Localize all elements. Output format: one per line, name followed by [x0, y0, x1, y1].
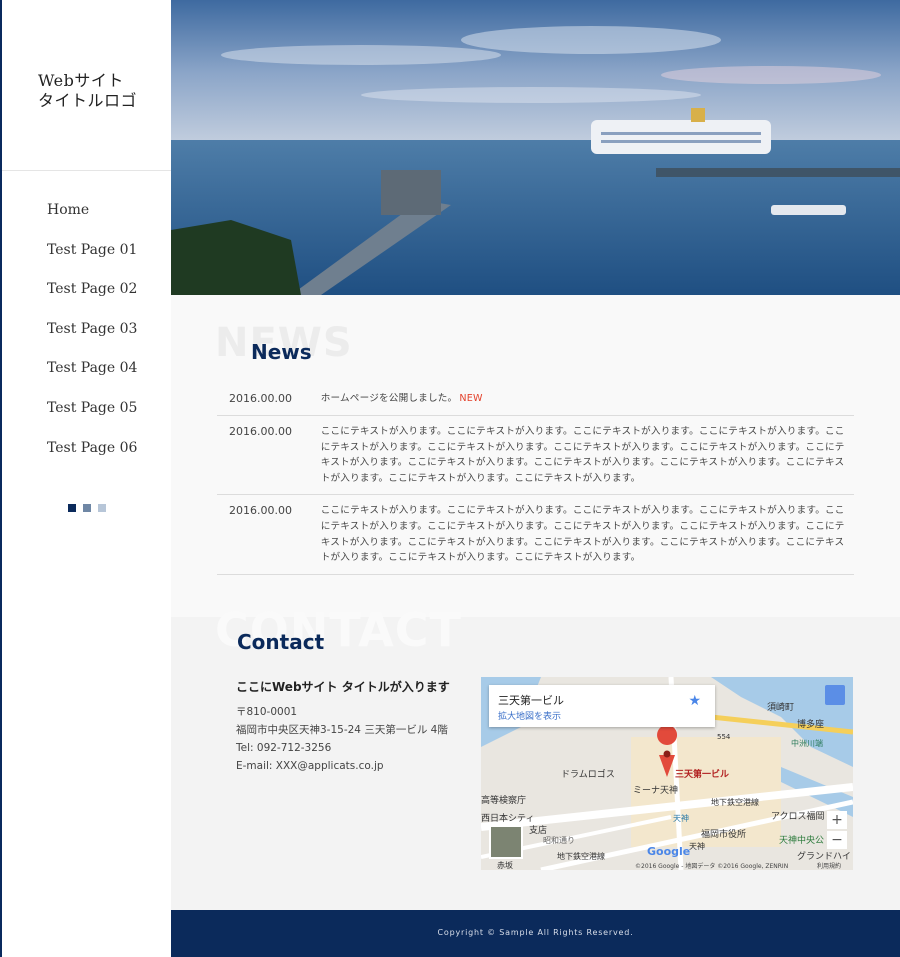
google-logo: Google	[647, 845, 691, 858]
phone[interactable]: Tel: 092-712-3256	[236, 739, 448, 757]
slider-dot-1[interactable]	[68, 504, 76, 512]
footer: Copyright © Sample All Rights Reserved.	[171, 910, 900, 957]
nav-test-page-02[interactable]: Test Page 02	[2, 274, 171, 314]
map-label: 福岡市役所	[701, 830, 747, 840]
hero-image	[171, 0, 900, 295]
news-date: 2016.00.00	[229, 504, 292, 518]
map-place-name: 三天第一ビル	[498, 694, 564, 707]
contact-details: 〒810-0001 福岡市中央区天神3-15-24 三天第一ビル 4階 Tel:…	[236, 703, 448, 775]
satellite-thumbnail[interactable]	[489, 825, 523, 859]
map-label: 554	[717, 733, 731, 741]
zoom-in-button[interactable]: +	[827, 811, 847, 829]
map-label: 天神中央公	[779, 836, 825, 846]
company-name: ここにWebサイト タイトルが入ります	[236, 680, 450, 694]
nav-test-page-01[interactable]: Test Page 01	[2, 235, 171, 275]
nav-test-page-05[interactable]: Test Page 05	[2, 393, 171, 433]
address: 福岡市中央区天神3-15-24 三天第一ビル 4階	[236, 724, 448, 736]
site-logo[interactable]: Webサイト タイトルロゴ	[2, 0, 171, 171]
nav-test-page-03[interactable]: Test Page 03	[2, 314, 171, 354]
copyright: Copyright © Sample All Rights Reserved.	[437, 928, 634, 937]
save-star-icon[interactable]: ★	[688, 693, 701, 709]
sidebar: Webサイト タイトルロゴ Home Test Page 01 Test Pag…	[2, 0, 172, 957]
map-info-card: 三天第一ビル 拡大地図を表示 ★	[489, 685, 715, 727]
email[interactable]: E-mail: XXX@applicats.co.jp	[236, 757, 448, 775]
zoom-out-button[interactable]: −	[827, 831, 847, 849]
contact-section: CONTACT Contact ここにWebサイト タイトルが入ります 〒810…	[171, 603, 900, 910]
logo-line-2: タイトルロゴ	[38, 91, 138, 110]
map-attribution: ©2016 Google - 地図データ ©2016 Google, ZENRI…	[635, 863, 789, 870]
map-label: 博多座	[797, 720, 825, 730]
map-label: 赤坂	[497, 861, 513, 870]
map-label: 高等検察庁	[481, 796, 527, 806]
contact-heading: Contact	[237, 630, 325, 654]
main-content: NEWS News 2016.00.00 ホームページを公開しました。 NEW 2…	[171, 295, 900, 910]
news-text: ここにテキストが入ります。ここにテキストが入ります。ここにテキストが入ります。こ…	[320, 426, 845, 484]
main-nav: Home Test Page 01 Test Page 02 Test Page…	[2, 195, 171, 472]
map-enlarge-link[interactable]: 拡大地図を表示	[498, 709, 561, 722]
news-item[interactable]: 2016.00.00 ここにテキストが入ります。ここにテキストが入ります。ここに…	[217, 416, 854, 496]
harbor-cruise-ship-photo	[171, 0, 900, 295]
map-label: ドラムロゴス	[561, 770, 615, 780]
nav-test-page-04[interactable]: Test Page 04	[2, 353, 171, 393]
map-label: 須崎町	[767, 703, 795, 713]
map-label: 地下鉄空港線	[557, 852, 605, 861]
slider-indicators	[68, 497, 113, 516]
map-label: 天神	[689, 842, 705, 851]
map-label: アクロス福岡	[771, 812, 825, 822]
news-item[interactable]: 2016.00.00 ホームページを公開しました。 NEW	[217, 383, 854, 416]
news-date: 2016.00.00	[229, 392, 292, 405]
news-item[interactable]: 2016.00.00 ここにテキストが入ります。ここにテキストが入ります。ここに…	[217, 495, 854, 575]
new-badge: NEW	[459, 393, 483, 404]
nav-test-page-06[interactable]: Test Page 06	[2, 433, 171, 473]
map-label: 西日本シティ	[481, 814, 535, 824]
google-map[interactable]: 三天第一ビル 拡大地図を表示 ★ 須崎町 博多座 中洲川端 ドラムロゴス ミーナ…	[481, 677, 853, 870]
postal-code: 〒810-0001	[236, 706, 298, 718]
news-text-body: ホームページを公開しました。	[320, 393, 458, 404]
map-label: 昭和通り	[543, 836, 575, 845]
map-label: 天神	[673, 814, 689, 823]
nav-home[interactable]: Home	[2, 195, 171, 235]
news-list: 2016.00.00 ホームページを公開しました。 NEW 2016.00.00 …	[217, 383, 854, 575]
slider-dot-3[interactable]	[98, 504, 106, 512]
map-label: 地下鉄空港線	[711, 798, 759, 807]
slider-dot-2[interactable]	[83, 504, 91, 512]
map-pin-label: 三天第一ビル	[675, 770, 730, 780]
news-heading: News	[251, 340, 312, 364]
street-view-person-icon[interactable]	[825, 685, 845, 705]
map-terms-link[interactable]: 利用規約	[817, 861, 841, 870]
news-text: ホームページを公開しました。 NEW	[321, 391, 854, 407]
map-label: ミーナ天神	[633, 786, 679, 796]
map-label: 中洲川端	[791, 739, 823, 748]
news-date: 2016.00.00	[229, 425, 292, 438]
news-text: ここにテキストが入ります。ここにテキストが入ります。ここにテキストが入ります。こ…	[320, 505, 845, 564]
